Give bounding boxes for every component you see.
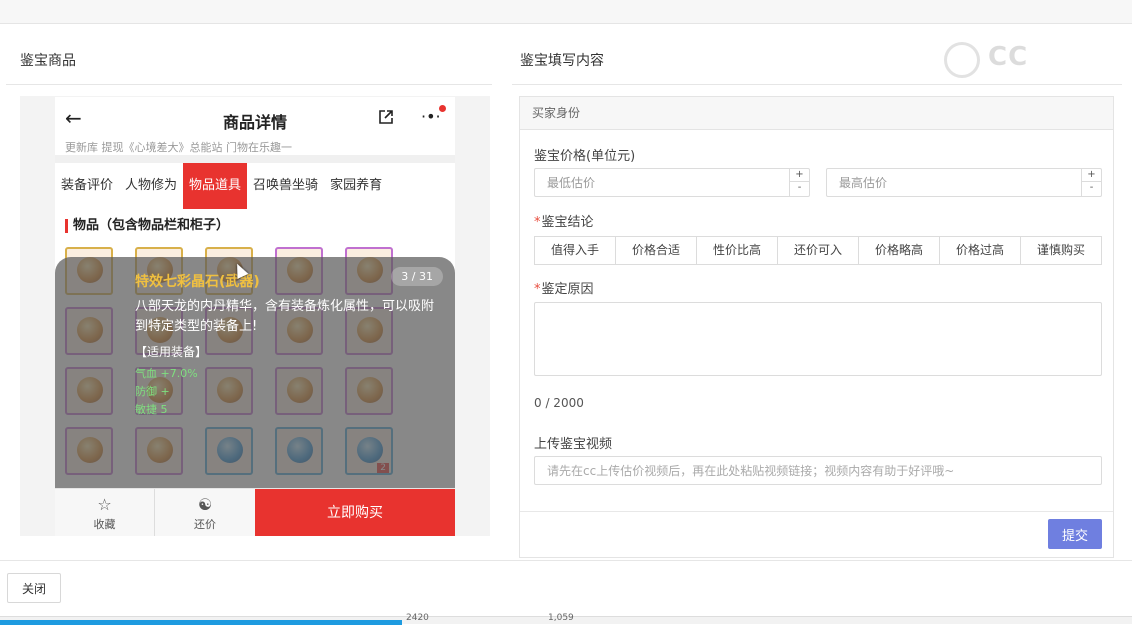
buyer-identity-header: 买家身份 [520,97,1113,130]
item-description: 八部天龙的内丹精华，含有装备炼化属性，可以吸附到特定类型的装备上! [135,299,435,334]
bargain-button[interactable]: ☯ 还价 [155,489,255,536]
appraisal-section-title: 鉴宝填写内容 [520,53,604,69]
favorite-button[interactable]: ☆ 收藏 [55,489,155,536]
share-icon[interactable] [377,108,395,126]
phone-notice-strip: 更新库 提现《心境差大》总能站 门物在乐趣一 [65,141,292,153]
close-button[interactable]: 关闭 [7,573,61,603]
conclusion-options: 值得入手 价格合适 性价比高 还价可入 价格略高 价格过高 谨慎购买 [534,236,1102,265]
conclusion-option-cautious[interactable]: 谨慎购买 [1021,237,1101,264]
divider [512,84,1122,85]
increment-button[interactable]: + [1081,169,1101,182]
conclusion-label: *鉴宝结论 [534,211,594,230]
item-page-indicator: 3 / 31 [391,267,443,286]
status-value: 2420 [406,613,429,623]
phone-tabs: 装备评价 人物修为 物品道具 召唤兽坐骑 家园养育 [55,163,455,209]
reason-label-text: 鉴定原因 [541,282,594,297]
max-price-field: + - [826,168,1102,197]
required-asterisk: * [534,215,541,230]
item-attribute: 防御 + [135,385,170,398]
item-attribute: 敏捷 5 [135,403,168,416]
favorite-label: 收藏 [93,518,116,531]
item-attributes: 气血 +7.0% 防御 + 敏捷 5 [135,365,198,419]
min-price-field: + - [534,168,810,197]
conclusion-option-bargain[interactable]: 还价可入 [778,237,859,264]
tab-character[interactable]: 人物修为 [119,163,183,209]
items-section-title: 物品（包含物品栏和柜子） [65,219,229,233]
item-tag: 【适用装备】 [135,345,208,359]
max-price-input[interactable] [827,169,1079,196]
conclusion-option-slightly-high[interactable]: 价格略高 [859,237,940,264]
appraisal-form: 买家身份 鉴宝价格(单位元) + - + - *鉴宝结论 值得入手 价格合适 性… [519,96,1114,558]
character-counter: 0 / 2000 [534,396,584,410]
tab-home[interactable]: 家园养育 [324,163,388,209]
more-icon[interactable]: ·•· [421,107,441,126]
conclusion-option-fair-price[interactable]: 价格合适 [616,237,697,264]
cc-watermark-logo: CC [944,40,1094,80]
divider [520,511,1113,512]
product-section-title: 鉴宝商品 [20,53,76,69]
video-link-input[interactable] [534,456,1102,485]
conclusion-label-text: 鉴宝结论 [541,215,594,230]
cc-logo-icon [944,42,980,78]
reason-label: *鉴定原因 [534,278,594,297]
tab-items[interactable]: 物品道具 [183,163,248,209]
reason-textarea[interactable] [534,302,1102,376]
item-tooltip: 特效七彩晶石(武器) 3 / 31 八部天龙的内丹精华，含有装备炼化属性，可以吸… [55,257,455,497]
phone-bottom-bar: ☆ 收藏 ☯ 还价 立即购买 [55,488,455,536]
tab-pets[interactable]: 召唤兽坐骑 [247,163,324,209]
progress-fill [0,620,402,625]
buy-now-button[interactable]: 立即购买 [255,489,455,536]
decrement-button[interactable]: - [1081,182,1101,196]
product-screenshot: ← 商品详情 ·•· 更新库 提现《心境差大》总能站 门物在乐趣一 装备评价 人… [55,97,455,536]
status-value: 1,059 [548,613,574,623]
top-bar [0,0,1132,24]
bargain-label: 还价 [194,518,216,531]
conclusion-option-good-value[interactable]: 性价比高 [697,237,778,264]
divider [6,84,492,85]
watermark-text: CC [988,42,1029,72]
conclusion-option-too-high[interactable]: 价格过高 [940,237,1021,264]
required-asterisk: * [534,282,541,297]
decrement-button[interactable]: - [789,182,809,196]
price-label: 鉴宝价格(单位元) [534,149,636,164]
video-label: 上传鉴宝视频 [534,437,613,452]
divider [0,560,1132,561]
tab-equipment[interactable]: 装备评价 [55,163,119,209]
bottom-status-strip: 2420 1,059 [0,613,1132,625]
yen-icon: ☯ [197,495,213,514]
min-price-input[interactable] [535,169,787,196]
conclusion-option-worth-buying[interactable]: 值得入手 [535,237,616,264]
divider [55,155,455,163]
notification-dot [439,105,446,112]
increment-button[interactable]: + [789,169,809,182]
phone-header: ← 商品详情 ·•· [55,97,455,141]
submit-button[interactable]: 提交 [1048,519,1102,549]
star-icon: ☆ [97,495,112,514]
phone-title: 商品详情 [222,113,287,132]
item-attribute: 气血 +7.0% [135,367,198,380]
